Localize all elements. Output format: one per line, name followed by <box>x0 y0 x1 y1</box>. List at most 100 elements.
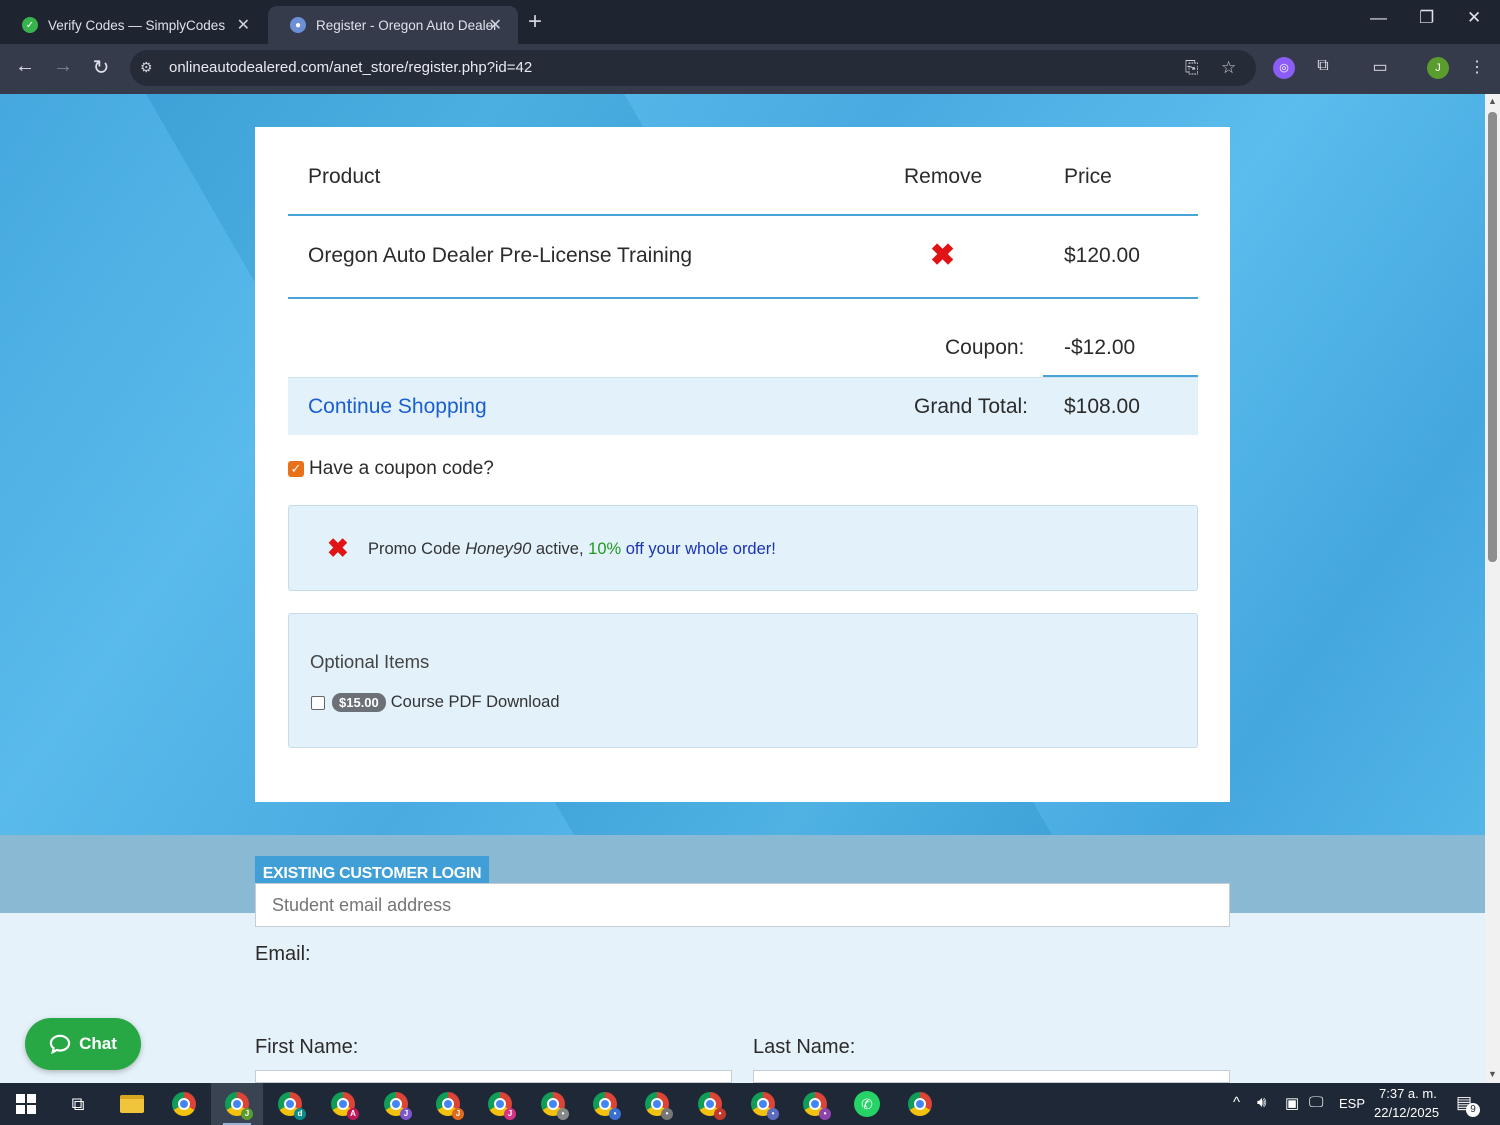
chrome-profile-8-icon[interactable]: • <box>684 1083 736 1125</box>
remove-item-icon[interactable]: ✖ <box>930 238 955 273</box>
extension-purple-icon[interactable]: ◎ <box>1273 57 1295 79</box>
coupon-toggle-label[interactable]: Have a coupon code? <box>309 458 494 480</box>
restore-icon[interactable]: ❐ <box>1419 8 1434 28</box>
site-favicon-icon: ● <box>290 17 306 33</box>
optional-item[interactable]: $15.00 Course PDF Download <box>311 693 560 712</box>
page-viewport: Product Remove Price Oregon Auto Dealer … <box>0 94 1485 1083</box>
grand-total-row: Continue Shopping Grand Total: $108.00 <box>288 377 1198 435</box>
url-text[interactable]: onlineautodealered.com/anet_store/regist… <box>169 59 532 76</box>
close-window-icon[interactable]: ✕ <box>1467 8 1481 28</box>
forward-icon[interactable]: → <box>50 55 76 78</box>
product-column-header: Product <box>308 165 381 188</box>
tab-title: Register - Oregon Auto Dealer Pre-Licens… <box>316 17 496 33</box>
tab-register[interactable]: ● Register - Oregon Auto Dealer Pre-Lice… <box>268 6 518 44</box>
page-scrollbar[interactable]: ▲ ▼ <box>1485 94 1500 1083</box>
cart-item-price: $120.00 <box>1064 244 1140 267</box>
first-name-field[interactable] <box>255 1070 732 1083</box>
simplycodes-favicon-icon: ✓ <box>22 17 38 33</box>
site-info-icon[interactable]: ⚙ <box>140 59 158 77</box>
scrollbar-thumb[interactable] <box>1488 112 1497 562</box>
chat-button[interactable]: Chat <box>25 1018 141 1070</box>
menu-kebab-icon[interactable]: ⋮ <box>1466 57 1488 79</box>
close-tab-icon[interactable]: ✕ <box>489 15 502 35</box>
remove-promo-icon[interactable]: ✖ <box>327 533 349 564</box>
chrome-profile-6-icon[interactable]: • <box>579 1083 631 1125</box>
promo-middle: active, <box>531 540 589 558</box>
notification-count-badge: 9 <box>1466 1103 1480 1117</box>
chrome-profile-j3-icon[interactable]: J <box>422 1083 474 1125</box>
clock-time[interactable]: 7:37 a. m. <box>1379 1086 1437 1101</box>
cart-header-row: Product Remove Price <box>288 127 1198 216</box>
whatsapp-icon[interactable]: ✆ <box>841 1083 893 1125</box>
optional-item-checkbox[interactable] <box>311 695 325 710</box>
cart-item-name: Oregon Auto Dealer Pre-License Training <box>308 244 693 267</box>
task-view-icon[interactable]: ⧉ <box>52 1083 104 1125</box>
browser-tab-bar: ✓ Verify Codes — SimplyCodes ✕ ● Registe… <box>0 0 1500 44</box>
address-bar[interactable]: ⚙ onlineautodealered.com/anet_store/regi… <box>130 50 1256 86</box>
optional-items-title: Optional Items <box>310 651 430 672</box>
start-button[interactable] <box>0 1083 52 1125</box>
chrome-profile-10-icon[interactable]: • <box>789 1083 841 1125</box>
email-label: Email: <box>255 943 311 965</box>
cart-card: Product Remove Price Oregon Auto Dealer … <box>255 127 1230 802</box>
chrome-profile-j4-icon[interactable]: J <box>474 1083 526 1125</box>
meet-icon[interactable]: ▣ <box>1285 1094 1299 1112</box>
new-tab-icon[interactable]: + <box>528 8 542 36</box>
optional-item-label[interactable]: Course PDF Download <box>391 693 560 712</box>
translate-icon[interactable]: ⎘ <box>1185 58 1199 78</box>
scroll-down-icon[interactable]: ▼ <box>1488 1069 1497 1079</box>
coupon-toggle[interactable]: ✓ Have a coupon code? <box>288 458 494 480</box>
scroll-up-icon[interactable]: ▲ <box>1488 96 1497 106</box>
promo-prefix: Promo Code <box>368 540 466 558</box>
network-icon[interactable]: 🖵︎ <box>1309 1094 1323 1111</box>
chrome-profile-5-icon[interactable]: • <box>527 1083 579 1125</box>
promo-suffix: off your whole order! <box>621 540 776 558</box>
tab-simplycodes[interactable]: ✓ Verify Codes — SimplyCodes ✕ <box>0 6 266 44</box>
last-name-field[interactable] <box>753 1070 1230 1083</box>
chrome-plain-icon[interactable] <box>894 1083 946 1125</box>
coupon-label: Coupon: <box>945 336 1025 359</box>
last-name-label: Last Name: <box>753 1036 856 1058</box>
coupon-row: Coupon: -$12.00 <box>288 300 1198 377</box>
chrome-icon[interactable] <box>158 1083 210 1125</box>
language-indicator[interactable]: ESP <box>1339 1096 1365 1111</box>
bookmark-star-icon[interactable]: ☆ <box>1221 58 1236 78</box>
extensions-puzzle-icon[interactable]: ⧉ <box>1312 57 1334 79</box>
chrome-profile-a-icon[interactable]: A <box>317 1083 369 1125</box>
continue-shopping-link[interactable]: Continue Shopping <box>308 395 487 419</box>
reload-icon[interactable]: ↻ <box>88 55 114 80</box>
tab-title: Verify Codes — SimplyCodes <box>48 17 226 33</box>
back-icon[interactable]: ← <box>12 55 38 78</box>
chrome-profile-j-icon[interactable]: J <box>211 1083 263 1125</box>
grand-total-label: Grand Total: <box>914 395 1029 418</box>
promo-code: Honey90 <box>465 540 532 558</box>
windows-taskbar: ⧉ J d A J J J • • • • • • ✆ ^ 🔊︎ ▣ 🖵︎ ES… <box>0 1083 1500 1125</box>
email-field[interactable] <box>255 883 1230 927</box>
cart-item-row: Oregon Auto Dealer Pre-License Training … <box>288 218 1198 299</box>
volume-icon[interactable]: 🔊︎ <box>1257 1094 1266 1111</box>
promo-percent: 10% <box>588 540 622 558</box>
tab-search-icon[interactable]: ▭ <box>1369 57 1391 79</box>
coupon-value: -$12.00 <box>1064 336 1136 359</box>
chrome-profile-9-icon[interactable]: • <box>737 1083 789 1125</box>
browser-toolbar: ← → ↻ ⚙ onlineautodealered.com/anet_stor… <box>0 44 1500 94</box>
profile-avatar[interactable]: J <box>1427 57 1449 79</box>
grand-total-value: $108.00 <box>1064 395 1140 418</box>
promo-message: Promo Code Honey90 active, 10% off your … <box>368 540 776 559</box>
chrome-profile-j2-icon[interactable]: J <box>370 1083 422 1125</box>
promo-code-panel: ✖ Promo Code Honey90 active, 10% off you… <box>288 505 1198 591</box>
price-badge: $15.00 <box>332 693 386 712</box>
chrome-profile-7-icon[interactable]: • <box>631 1083 683 1125</box>
remove-column-header: Remove <box>904 165 983 188</box>
minimize-icon[interactable]: — <box>1370 8 1387 28</box>
coupon-checkbox[interactable]: ✓ <box>288 461 304 477</box>
first-name-label: First Name: <box>255 1036 359 1058</box>
file-explorer-icon[interactable] <box>106 1083 158 1125</box>
clock-date[interactable]: 22/12/2025 <box>1374 1105 1439 1120</box>
chrome-profile-d-icon[interactable]: d <box>264 1083 316 1125</box>
close-tab-icon[interactable]: ✕ <box>237 15 250 35</box>
chat-label: Chat <box>79 1034 117 1053</box>
price-column-header: Price <box>1064 165 1112 188</box>
tray-overflow-icon[interactable]: ^ <box>1233 1094 1240 1111</box>
optional-items-panel: Optional Items $15.00 Course PDF Downloa… <box>288 613 1198 748</box>
